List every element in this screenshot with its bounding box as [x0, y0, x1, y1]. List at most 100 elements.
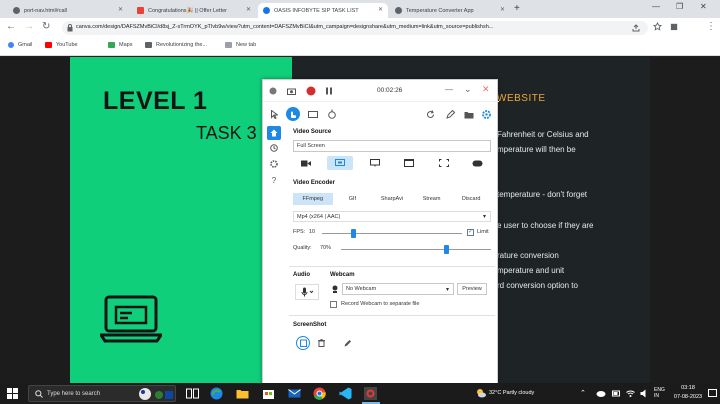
encoder-discard[interactable]: Discard [451, 193, 491, 205]
quality-slider-track[interactable] [341, 249, 491, 250]
format-select[interactable]: Mp4 (x264 | AAC) ▾ [293, 211, 491, 222]
folder-icon[interactable] [464, 111, 474, 119]
onedrive-icon[interactable] [596, 389, 606, 398]
preview-button[interactable]: Preview [457, 283, 487, 295]
forward-icon[interactable]: → [24, 21, 34, 32]
edge-icon[interactable] [210, 387, 223, 400]
new-tab-button[interactable]: + [514, 3, 520, 14]
taskbar-search[interactable]: Type here to search [28, 385, 176, 402]
tab-port-nav[interactable]: port-nav.html#call ✕ [8, 3, 128, 18]
tab-gmail[interactable]: Congratulations🎉 || Offer Letter ✕ [132, 3, 256, 18]
tab-canva[interactable]: OASIS INFOBYTE SIP TASK LIST ✕ [258, 3, 388, 18]
weather-text[interactable]: 32°C Partly cloudy [489, 390, 534, 396]
maximize-icon[interactable]: ❐ [676, 2, 683, 11]
pause-icon[interactable] [325, 87, 333, 95]
source-game[interactable] [465, 156, 491, 170]
store-icon[interactable] [262, 387, 275, 400]
wifi-icon[interactable] [626, 389, 635, 398]
bookmark-label: Revolutionizing the... [156, 42, 208, 48]
volume-icon[interactable] [640, 389, 649, 398]
camera-icon[interactable] [287, 87, 296, 95]
task-view-icon[interactable] [186, 387, 199, 400]
source-camera[interactable] [293, 156, 319, 170]
trash-icon[interactable] [318, 339, 325, 347]
close-icon[interactable]: ✕ [246, 6, 251, 13]
bookmark-revolutionizing[interactable]: Revolutionizing the... [145, 42, 207, 48]
bookmark-new-tab[interactable]: New tab [225, 42, 256, 48]
timer-icon[interactable] [328, 109, 336, 119]
star-icon[interactable] [653, 22, 662, 31]
clock-date[interactable]: 07-08-2023 [671, 394, 705, 400]
side-home[interactable] [267, 126, 281, 140]
side-history[interactable] [263, 140, 285, 156]
recorder-app-icon[interactable] [364, 387, 377, 400]
search-icon [35, 390, 43, 398]
audio-source-button[interactable] [295, 284, 319, 300]
close-icon[interactable]: ✕ [378, 6, 383, 13]
back-icon[interactable]: ← [6, 21, 16, 32]
chevron-down-icon: ▾ [445, 287, 449, 293]
globe-icon [145, 42, 152, 48]
tab-label: OASIS INFOBYTE SIP TASK LIST [274, 7, 359, 14]
chrome-icon[interactable] [313, 387, 326, 400]
minimize-icon[interactable]: — [445, 85, 453, 94]
webcam-label: Webcam [330, 272, 355, 278]
chevron-up-icon[interactable]: ⌃ [580, 389, 586, 397]
pen-icon[interactable] [446, 110, 455, 119]
language-indicator[interactable]: ENG IN [654, 387, 665, 399]
bookmark-youtube[interactable]: YouTube [45, 42, 78, 48]
close-window-icon[interactable]: ✕ [700, 2, 707, 11]
clock-time[interactable]: 03:18 [671, 385, 705, 391]
settings-icon[interactable] [482, 110, 491, 119]
limit-checkbox[interactable]: ✓ [467, 229, 474, 236]
edit-icon[interactable] [344, 339, 352, 347]
keyboard-icon[interactable] [308, 111, 318, 118]
windows-start-icon[interactable] [7, 388, 18, 399]
body-text: temperature - don't forget [497, 190, 588, 199]
fps-slider-track[interactable] [322, 233, 462, 234]
chevron-down-icon: ▾ [482, 214, 486, 220]
extensions-icon[interactable] [670, 22, 679, 31]
hand-icon [291, 111, 296, 118]
address-bar[interactable]: canva.com/design/DAFSZMvBiCI/d8sj_Z-sTrm… [62, 21, 648, 35]
close-icon[interactable]: ✕ [482, 84, 490, 95]
source-region[interactable] [431, 156, 457, 170]
record-webcam-checkbox[interactable] [330, 301, 337, 308]
quality-slider-thumb[interactable] [444, 245, 449, 254]
body-text: rature conversion [497, 251, 559, 260]
source-fullscreen[interactable] [327, 156, 354, 170]
fps-slider-thumb[interactable] [350, 229, 356, 238]
encoder-gif[interactable]: GIf [333, 193, 373, 205]
file-explorer-icon[interactable] [236, 387, 249, 400]
close-icon[interactable]: ✕ [500, 6, 505, 13]
source-screen[interactable] [362, 156, 388, 170]
bookmark-gmail[interactable]: Gmail [8, 42, 32, 48]
tab-temperature[interactable]: Temperature Converter App ✕ [390, 3, 510, 18]
battery-icon[interactable] [612, 389, 621, 398]
share-icon[interactable] [632, 24, 640, 32]
encoder-sharpavi[interactable]: SharpAvi [372, 193, 412, 205]
close-icon[interactable]: ✕ [118, 6, 123, 13]
vscode-icon[interactable] [339, 387, 352, 400]
refresh-icon[interactable] [426, 110, 435, 119]
video-source-label: Video Source [293, 129, 332, 135]
video-source-field[interactable]: Full Screen [293, 140, 491, 152]
more-icon[interactable]: ⋮ [706, 21, 716, 32]
encoder-ffmpeg[interactable]: FFmpeg [293, 193, 333, 205]
reload-icon[interactable]: ↻ [42, 21, 50, 32]
encoder-stream[interactable]: Stream [412, 193, 452, 205]
help-icon[interactable]: ? [263, 172, 285, 188]
mail-icon[interactable] [288, 387, 301, 400]
cursor-icon[interactable] [271, 110, 278, 119]
side-settings[interactable] [263, 156, 285, 172]
collapse-icon[interactable]: ⌄ [464, 84, 472, 95]
clipboard-target-button[interactable] [296, 336, 310, 350]
format-value: Mp4 (x264 | AAC) [297, 214, 341, 220]
minimize-icon[interactable]: — [652, 2, 660, 11]
click-highlight-toggle[interactable] [286, 107, 300, 121]
source-window[interactable] [396, 156, 422, 170]
notification-icon[interactable] [708, 389, 717, 398]
record-icon[interactable] [306, 86, 316, 96]
bookmark-maps[interactable]: Maps [108, 42, 132, 48]
webcam-select[interactable]: No Webcam ▾ [342, 283, 454, 295]
